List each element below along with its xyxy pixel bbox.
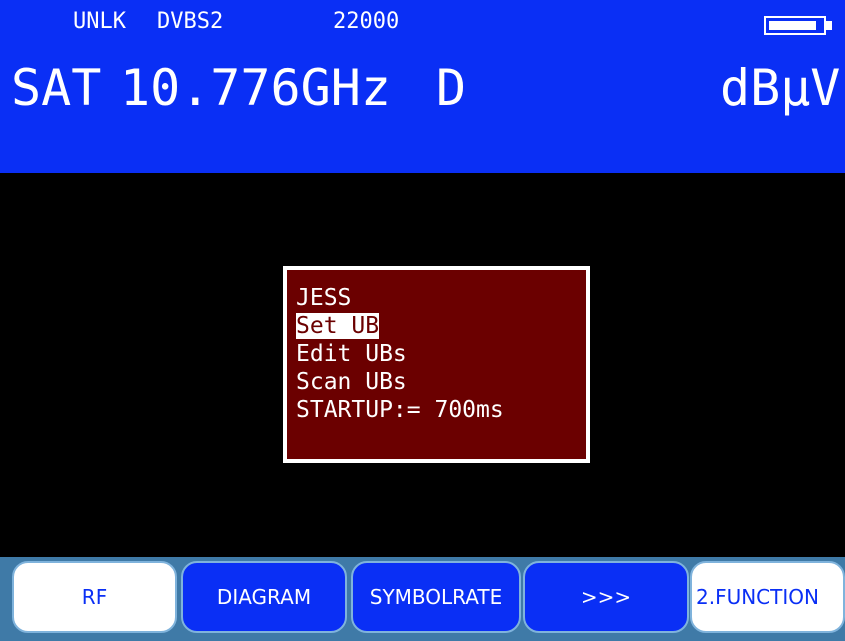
jess-menu: JESS Set UB Edit UBs Scan UBs STARTUP:= … — [283, 266, 590, 463]
menu-item-scan-ubs[interactable]: Scan UBs — [296, 368, 586, 396]
menu-item-startup[interactable]: STARTUP:= 700ms — [296, 396, 586, 424]
softkey-more[interactable]: >>> — [523, 561, 689, 633]
level-unit: dBµV — [720, 59, 841, 117]
status-header: UNLK DVBS2 22000 SAT 10.776GHz D dBµV — [0, 0, 845, 173]
battery-tip — [826, 21, 832, 30]
softkey-bar: RF DIAGRAM SYMBOLRATE >>> 2.FUNCTION — [0, 557, 845, 641]
menu-item-set-ub[interactable]: Set UB — [296, 312, 586, 340]
battery-icon — [764, 16, 826, 35]
frequency-readout[interactable]: 10.776GHz — [120, 58, 391, 118]
softkey-symbolrate[interactable]: SYMBOLRATE — [351, 561, 521, 633]
symbolrate-readout: 22000 — [333, 9, 400, 34]
softkey-rf[interactable]: RF — [12, 561, 177, 633]
lock-status: UNLK — [73, 9, 126, 34]
polarization-label: D — [436, 59, 467, 117]
softkey-2-function[interactable]: 2.FUNCTION — [690, 561, 845, 633]
modulation-mode: DVBS2 — [157, 9, 224, 34]
menu-title-jess: JESS — [296, 285, 352, 311]
softkey-diagram[interactable]: DIAGRAM — [181, 561, 347, 633]
band-label: SAT — [11, 59, 102, 117]
menu-item-edit-ubs[interactable]: Edit UBs — [296, 340, 586, 368]
battery-level — [769, 21, 816, 30]
